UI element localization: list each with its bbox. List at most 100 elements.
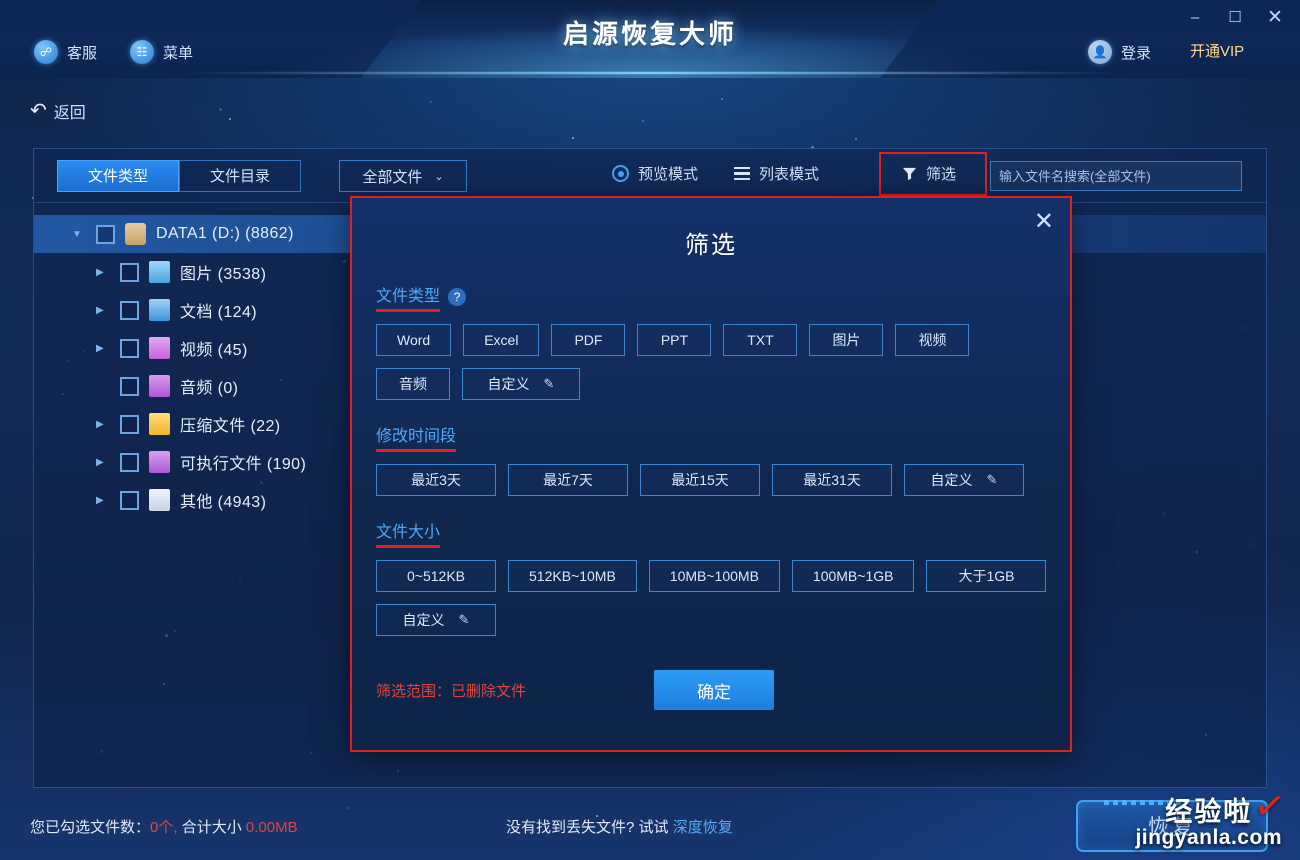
chip-excel[interactable]: Excel (463, 324, 540, 356)
search-box[interactable] (990, 161, 1242, 191)
checkbox-documents[interactable] (120, 300, 139, 320)
chip-size-custom[interactable]: 自定义 ✎ (376, 604, 496, 636)
search-input[interactable] (999, 168, 1233, 184)
expand-icon[interactable]: ▶ (96, 457, 110, 468)
help-icon[interactable]: ? (448, 288, 467, 306)
chip-size-100mb-1gb[interactable]: 100MB~1GB (791, 560, 915, 592)
section-modified-time-header: 修改时间段 (376, 422, 1070, 452)
filter-button[interactable]: 筛选 (902, 163, 956, 184)
recover-label: 恢复 (1148, 816, 1196, 839)
file-scope-value: 全部文件 (362, 168, 423, 186)
checkbox-archives[interactable] (120, 414, 139, 434)
chip-pdf[interactable]: PDF (551, 324, 626, 356)
dialog-footer: 筛选范围：已删除文件 确定 (352, 670, 1070, 714)
user-avatar-icon: 👤 (1088, 40, 1112, 64)
size-prefix: 合计大小 (181, 819, 242, 836)
checkbox-others[interactable] (120, 490, 139, 510)
chip-size-512kb-10mb[interactable]: 512KB~10MB (508, 560, 637, 592)
tab-file-directory[interactable]: 文件目录 (179, 160, 301, 192)
close-icon[interactable]: ✕ (1258, 4, 1292, 30)
chip-size-over-1gb[interactable]: 大于1GB (926, 560, 1047, 592)
section-file-type-header: 文件类型 ? (376, 282, 1070, 312)
recover-button[interactable]: 恢复 (1076, 800, 1268, 852)
expand-icon[interactable]: ▶ (96, 267, 110, 278)
chip-txt[interactable]: TXT (723, 324, 798, 356)
back-label: 返回 (53, 104, 86, 122)
expand-icon[interactable]: ▶ (96, 305, 110, 316)
checkbox-root[interactable] (96, 224, 115, 244)
support-label: 客服 (67, 44, 98, 62)
image-file-icon (149, 261, 170, 283)
chip-word[interactable]: Word (376, 324, 452, 356)
headset-icon: ☍ (34, 40, 58, 64)
checkbox-audio[interactable] (120, 376, 139, 396)
login-button[interactable]: 👤 登录 (1088, 40, 1151, 64)
filter-dialog: ✕ 筛选 文件类型 ? Word Excel PDF PPT TXT 图片 视频… (352, 198, 1070, 750)
chip-images[interactable]: 图片 (809, 324, 884, 356)
section-modified-time-label: 修改时间段 (376, 422, 457, 452)
section-file-size: 文件大小 0~512KB 512KB~10MB 10MB~100MB 100MB… (376, 518, 1070, 636)
vip-button[interactable]: 开通VIP (1190, 40, 1244, 61)
expand-icon[interactable]: ▶ (96, 419, 110, 430)
back-arrow-icon: ↶ (30, 100, 47, 122)
video-file-icon (149, 337, 170, 359)
selection-prefix: 您已勾选文件数： (30, 819, 151, 836)
tree-label-root: DATA1 (D:) (8862) (156, 225, 294, 242)
filter-scope-text: 筛选范围：已删除文件 (376, 683, 527, 700)
checkbox-images[interactable] (120, 262, 139, 282)
grid-icon: ☷ (130, 40, 154, 64)
preview-mode-button[interactable]: 预览模式 (612, 163, 698, 184)
chip-time-custom[interactable]: 自定义 ✎ (904, 464, 1024, 496)
tree-label-executables: 可执行文件 (190) (180, 456, 307, 473)
chip-file-type-custom-label: 自定义 (487, 376, 530, 392)
tree-label-documents: 文档 (124) (180, 304, 257, 321)
view-tabs: 文件类型 文件目录 (57, 160, 301, 192)
eye-icon (612, 165, 629, 182)
chip-last-7-days[interactable]: 最近7天 (508, 464, 628, 496)
deep-scan-hint: 没有找到丢失文件? 试试 深度恢复 (506, 816, 733, 837)
back-button[interactable]: ↶ 返回 (30, 98, 86, 123)
section-file-size-header: 文件大小 (376, 518, 1070, 548)
chip-last-3-days[interactable]: 最近3天 (376, 464, 496, 496)
maximize-icon[interactable]: ☐ (1218, 4, 1252, 30)
section-file-type-label: 文件类型 (376, 282, 441, 312)
deep-recovery-link[interactable]: 深度恢复 (673, 819, 733, 836)
other-file-icon (149, 489, 170, 511)
audio-file-icon (149, 375, 170, 397)
chip-size-10mb-100mb[interactable]: 10MB~100MB (648, 560, 780, 592)
expand-icon[interactable]: ▶ (96, 495, 110, 506)
pencil-icon: ✎ (543, 376, 555, 391)
chip-file-type-custom[interactable]: 自定义 ✎ (462, 368, 580, 400)
modified-time-chip-row: 最近3天 最近7天 最近15天 最近31天 自定义 ✎ (376, 464, 1036, 496)
confirm-button[interactable]: 确定 (654, 670, 774, 710)
tab-file-type[interactable]: 文件类型 (57, 160, 179, 192)
preview-mode-label: 预览模式 (638, 166, 699, 183)
application-window: 启源恢复大师 ☍ 客服 ☷ 菜单 👤 登录 开通VIP – ☐ ✕ ↶ 返回 文… (0, 0, 1300, 860)
tree-label-audio: 音频 (0) (180, 380, 239, 397)
dialog-close-icon[interactable]: ✕ (1034, 210, 1054, 234)
minimize-icon[interactable]: – (1178, 4, 1212, 30)
menu-label: 菜单 (163, 44, 194, 62)
file-type-chip-row-1: Word Excel PDF PPT TXT 图片 视频 音频 自定义 ✎ (376, 324, 1036, 400)
expand-icon[interactable]: ▶ (96, 343, 110, 354)
hint-text: 没有找到丢失文件? 试试 (506, 819, 669, 836)
chevron-down-icon: ⌄ (434, 170, 444, 183)
checkbox-videos[interactable] (120, 338, 139, 358)
dialog-title: 筛选 (685, 232, 737, 259)
chip-audio[interactable]: 音频 (376, 368, 450, 400)
chip-last-15-days[interactable]: 最近15天 (640, 464, 760, 496)
chip-size-0-512kb[interactable]: 0~512KB (376, 560, 496, 592)
expand-collapse-icon[interactable]: ▼ (72, 229, 86, 240)
menu-button[interactable]: ☷ 菜单 (130, 40, 193, 64)
chip-ppt[interactable]: PPT (637, 324, 712, 356)
support-button[interactable]: ☍ 客服 (34, 40, 97, 64)
file-scope-dropdown[interactable]: 全部文件 ⌄ (339, 160, 467, 192)
pencil-icon: ✎ (458, 612, 470, 627)
list-mode-button[interactable]: 列表模式 (734, 163, 819, 184)
chip-videos[interactable]: 视频 (895, 324, 970, 356)
title-bar: 启源恢复大师 ☍ 客服 ☷ 菜单 👤 登录 开通VIP – ☐ ✕ (0, 0, 1300, 78)
checkbox-executables[interactable] (120, 452, 139, 472)
chip-last-31-days[interactable]: 最近31天 (772, 464, 892, 496)
list-icon (734, 166, 750, 181)
chip-size-custom-label: 自定义 (402, 612, 445, 628)
